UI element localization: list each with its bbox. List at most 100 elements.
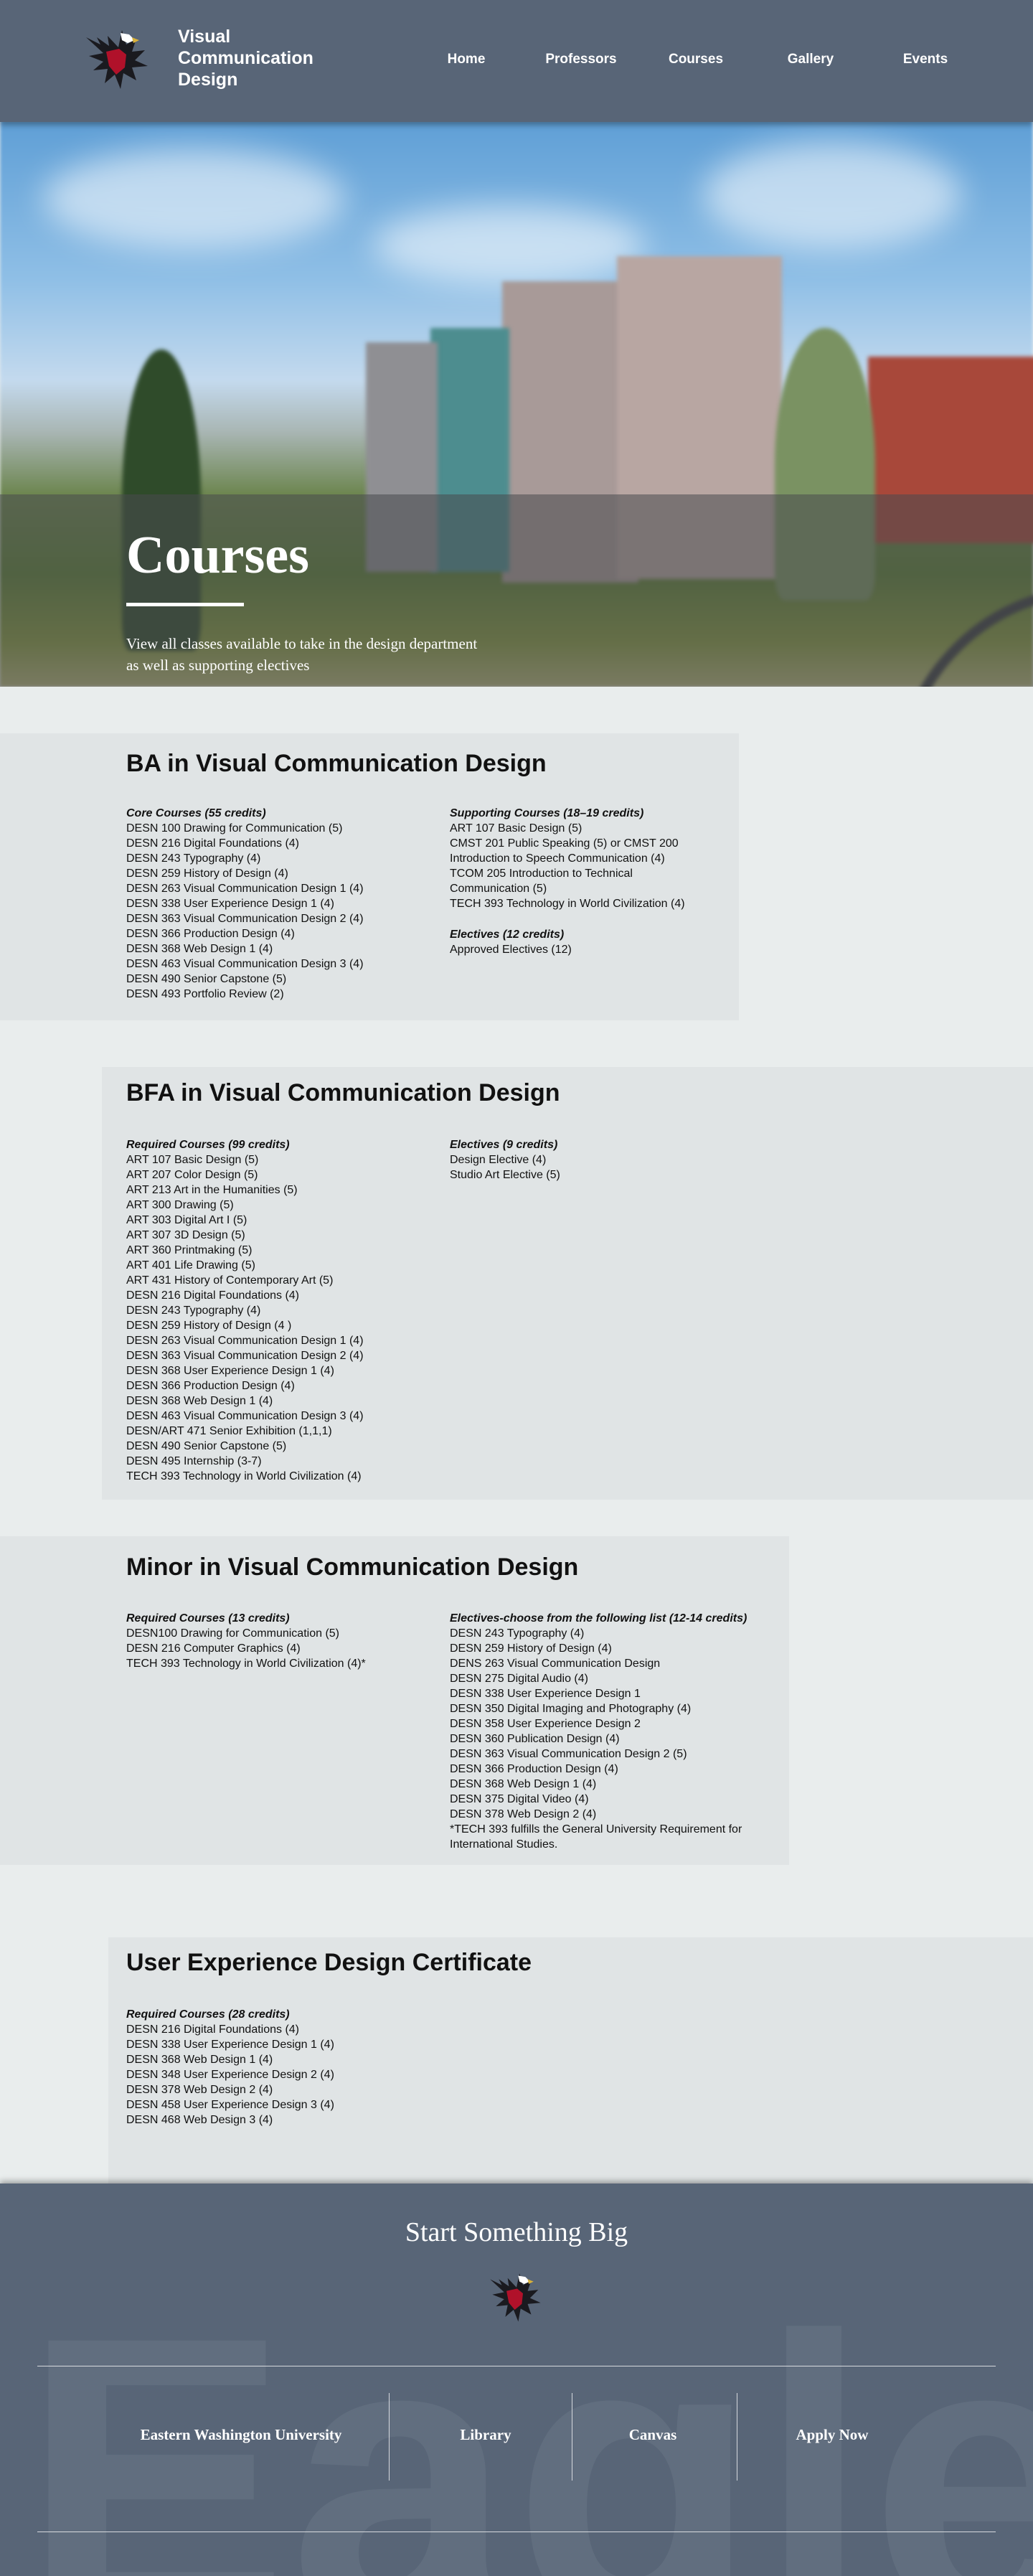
footer-link-canvas[interactable]: Canvas — [574, 2426, 732, 2444]
ux-required-heading: Required Courses (28 credits) — [126, 2008, 290, 2021]
ba-core-heading: Core Courses (55 credits) — [126, 807, 266, 819]
bfa-required-list: Required Courses (99 credits) ART 107 Ba… — [126, 1137, 428, 1484]
bfa-required-item: DESN 263 Visual Communication Design 1 (… — [126, 1335, 364, 1347]
minor-required-item: DESN 216 Computer Graphics (4) — [126, 1642, 301, 1655]
bfa-required-item: ART 431 History of Contemporary Art (5) — [126, 1274, 334, 1287]
footer-link-ewu[interactable]: Eastern Washington University — [108, 2426, 374, 2444]
bfa-required-item: DESN 490 Senior Capstone (5) — [126, 1440, 287, 1452]
footer-link-library[interactable]: Library — [403, 2426, 568, 2444]
ux-required-item: DESN 348 User Experience Design 2 (4) — [126, 2069, 334, 2081]
nav-events[interactable]: Events — [868, 52, 983, 67]
minor-electives-item: *TECH 393 fulfills the General Universit… — [450, 1823, 742, 1851]
cloud-shape — [43, 149, 344, 249]
minor-electives-item: DESN 338 User Experience Design 1 — [450, 1688, 641, 1700]
ba-section: BA in Visual Communication Design Core C… — [0, 733, 739, 1020]
ux-title: User Experience Design Certificate — [126, 1949, 532, 1976]
ba-supporting-item: TCOM 205 Introduction to Technical Commu… — [450, 868, 633, 895]
bfa-required-item: DESN 368 Web Design 1 (4) — [126, 1395, 273, 1407]
ba-core-item: DESN 368 Web Design 1 (4) — [126, 943, 273, 955]
main-nav: Home Professors Courses Gallery Events — [409, 52, 983, 67]
site-brand[interactable]: Visual Communication Design — [178, 26, 336, 90]
minor-electives-heading: Electives-choose from the following list… — [450, 1612, 747, 1625]
minor-electives-item: DESN 360 Publication Design (4) — [450, 1733, 620, 1745]
ba-supporting-item: CMST 201 Public Speaking (5) or CMST 200… — [450, 837, 679, 865]
site-header: Visual Communication Design Home Profess… — [0, 0, 1033, 122]
bfa-required-item: ART 207 Color Design (5) — [126, 1169, 258, 1181]
site-footer: Eagles Start Something Big Eastern Washi… — [0, 2184, 1033, 2576]
minor-electives-item: DESN 358 User Experience Design 2 — [450, 1718, 641, 1730]
cloud-shape — [703, 141, 961, 249]
bfa-electives-heading: Electives (9 credits) — [450, 1139, 558, 1151]
footer-tagline: Start Something Big — [405, 2217, 628, 2247]
ba-core-item: DESN 463 Visual Communication Design 3 (… — [126, 958, 364, 970]
minor-section: Minor in Visual Communication Design Req… — [0, 1536, 789, 1865]
ba-core-item: DESN 243 Typography (4) — [126, 852, 261, 865]
minor-electives-item: DESN 363 Visual Communication Design 2 (… — [450, 1748, 687, 1760]
ba-core-item: DESN 366 Production Design (4) — [126, 928, 295, 940]
nav-home[interactable]: Home — [409, 52, 524, 67]
bfa-required-item: DESN 366 Production Design (4) — [126, 1380, 295, 1392]
bfa-required-item: ART 303 Digital Art I (5) — [126, 1214, 247, 1226]
minor-electives-item: DESN 275 Digital Audio (4) — [450, 1673, 588, 1685]
bfa-required-item: DESN 495 Internship (3-7) — [126, 1455, 262, 1467]
bfa-electives-item: Studio Art Elective (5) — [450, 1169, 560, 1181]
bfa-required-item: TECH 393 Technology in World Civilizatio… — [126, 1470, 362, 1482]
footer-link-apply[interactable]: Apply Now — [746, 2426, 918, 2444]
ba-core-item: DESN 216 Digital Foundations (4) — [126, 837, 300, 850]
ba-core-item: DESN 338 User Experience Design 1 (4) — [126, 898, 334, 910]
ux-required-item: DESN 468 Web Design 3 (4) — [126, 2114, 273, 2126]
bfa-section: BFA in Visual Communication Design Requi… — [102, 1067, 1033, 1500]
ux-required-item: DESN 216 Digital Foundations (4) — [126, 2023, 300, 2036]
hero: Courses View all classes available to ta… — [0, 120, 1033, 687]
minor-required-list: Required Courses (13 credits) DESN100 Dr… — [126, 1611, 428, 1671]
nav-courses[interactable]: Courses — [638, 52, 753, 67]
bfa-required-item: DESN 463 Visual Communication Design 3 (… — [126, 1410, 364, 1422]
bfa-required-item: DESN 216 Digital Foundations (4) — [126, 1289, 300, 1302]
ba-electives-item: Approved Electives (12) — [450, 944, 572, 956]
eagle-logo-icon[interactable] — [482, 2267, 551, 2326]
eagle-logo-icon[interactable] — [79, 23, 158, 95]
bfa-required-heading: Required Courses (99 credits) — [126, 1139, 290, 1151]
page-title: Courses — [126, 526, 309, 585]
ba-electives-heading: Electives (12 credits) — [450, 929, 565, 941]
bfa-required-item: DESN 363 Visual Communication Design 2 (… — [126, 1350, 364, 1362]
bfa-required-item: ART 360 Printmaking (5) — [126, 1244, 253, 1256]
bfa-required-item: ART 401 Life Drawing (5) — [126, 1259, 255, 1271]
minor-electives-list: Electives-choose from the following list… — [450, 1611, 769, 1852]
ba-core-list: Core Courses (55 credits) DESN 100 Drawi… — [126, 806, 428, 1002]
nav-gallery[interactable]: Gallery — [753, 52, 868, 67]
minor-electives-item: DESN 368 Web Design 1 (4) — [450, 1778, 597, 1790]
ba-supporting-list: Supporting Courses (18–19 credits) ART 1… — [450, 806, 715, 957]
footer-link-separator — [389, 2393, 390, 2481]
bfa-required-item: DESN 259 History of Design (4 ) — [126, 1320, 292, 1332]
ba-core-item: DESN 493 Portfolio Review (2) — [126, 988, 284, 1000]
bfa-electives-list: Electives (9 credits) Design Elective (4… — [450, 1137, 715, 1183]
ux-required-item: DESN 338 User Experience Design 1 (4) — [126, 2039, 334, 2051]
bfa-electives-item: Design Elective (4) — [450, 1154, 547, 1166]
bfa-required-item: ART 300 Drawing (5) — [126, 1199, 234, 1211]
minor-electives-item: DESN 375 Digital Video (4) — [450, 1793, 589, 1805]
bfa-required-item: ART 213 Art in the Humanities (5) — [126, 1184, 298, 1196]
ba-core-item: DESN 259 History of Design (4) — [126, 868, 288, 880]
nav-professors[interactable]: Professors — [524, 52, 638, 67]
ba-supporting-item: TECH 393 Technology in World Civilizatio… — [450, 898, 685, 910]
ba-supporting-item: ART 107 Basic Design (5) — [450, 822, 582, 835]
minor-electives-item: DENS 263 Visual Communication Design — [450, 1658, 661, 1670]
ba-core-item: DESN 363 Visual Communication Design 2 (… — [126, 913, 364, 925]
ux-required-list: Required Courses (28 credits) DESN 216 D… — [126, 2007, 428, 2128]
minor-title: Minor in Visual Communication Design — [126, 1553, 579, 1581]
bfa-required-item: DESN 243 Typography (4) — [126, 1305, 261, 1317]
minor-electives-item: DESN 350 Digital Imaging and Photography… — [450, 1703, 692, 1715]
bfa-required-item: DESN/ART 471 Senior Exhibition (1,1,1) — [126, 1425, 332, 1437]
minor-required-item: TECH 393 Technology in World Civilizatio… — [126, 1658, 366, 1670]
bfa-required-item: ART 307 3D Design (5) — [126, 1229, 245, 1241]
minor-electives-item: DESN 378 Web Design 2 (4) — [450, 1808, 597, 1820]
minor-required-heading: Required Courses (13 credits) — [126, 1612, 290, 1625]
ba-title: BA in Visual Communication Design — [126, 750, 547, 777]
bfa-required-item: DESN 368 User Experience Design 1 (4) — [126, 1365, 334, 1377]
ux-certificate-section: User Experience Design Certificate Requi… — [108, 1937, 1033, 2184]
minor-electives-item: DESN 243 Typography (4) — [450, 1627, 585, 1640]
ux-required-item: DESN 368 Web Design 1 (4) — [126, 2054, 273, 2066]
bfa-required-item: ART 107 Basic Design (5) — [126, 1154, 259, 1166]
minor-electives-item: DESN 366 Production Design (4) — [450, 1763, 618, 1775]
